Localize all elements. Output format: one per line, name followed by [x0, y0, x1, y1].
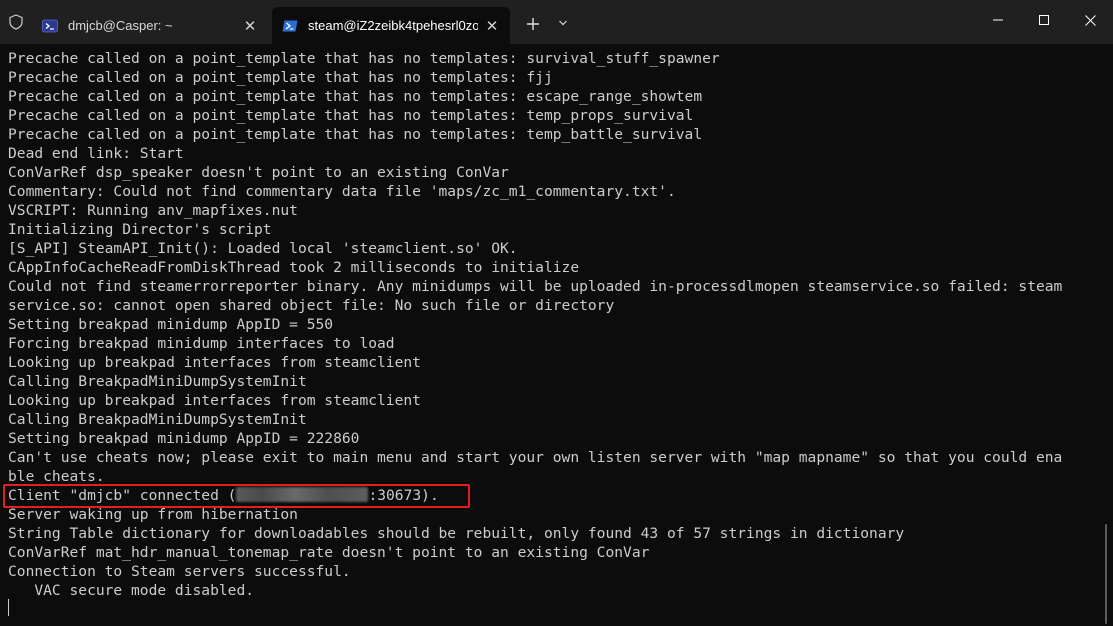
terminal-line: Calling BreakpadMiniDumpSystemInit	[8, 373, 307, 390]
terminal-output[interactable]: Precache called on a point_template that…	[0, 44, 1113, 626]
text-cursor	[8, 599, 9, 616]
terminal-line: Dead end link: Start	[8, 145, 184, 162]
terminal-line: CAppInfoCacheReadFromDiskThread took 2 m…	[8, 259, 580, 276]
highlight-annotation-box	[3, 484, 470, 508]
terminal-line: Connection to Steam servers successful.	[8, 563, 351, 580]
terminal-line: Looking up breakpad interfaces from stea…	[8, 354, 421, 371]
tab-title: steam@iZ2zeibk4tpehesrl0zoc	[308, 18, 478, 33]
tab-dropdown-button[interactable]	[552, 12, 574, 34]
tab-steam[interactable]: steam@iZ2zeibk4tpehesrl0zoc ✕	[272, 7, 510, 44]
terminal-line: Setting breakpad minidump AppID = 550	[8, 316, 334, 333]
scrollbar[interactable]	[1105, 524, 1107, 624]
terminal-line: Precache called on a point_template that…	[8, 88, 703, 105]
maximize-icon	[1039, 15, 1049, 25]
tab-title: dmjcb@Casper: ~	[68, 18, 173, 33]
close-icon	[1084, 14, 1096, 26]
terminal-icon	[42, 19, 58, 32]
terminal-line: VAC secure mode disabled.	[8, 582, 255, 599]
terminal-line: Precache called on a point_template that…	[8, 107, 694, 124]
terminal-lines: Precache called on a point_template that…	[8, 49, 1108, 600]
minimize-button[interactable]	[975, 0, 1021, 40]
plus-icon	[527, 18, 539, 30]
minimize-icon	[993, 19, 1003, 21]
terminal-line: Setting breakpad minidump AppID = 222860	[8, 430, 360, 447]
tab-casper[interactable]: dmjcb@Casper: ~ ✕	[32, 7, 268, 44]
terminal-line: String Table dictionary for downloadable…	[8, 525, 905, 542]
new-tab-button[interactable]	[519, 10, 547, 38]
close-window-button[interactable]	[1067, 0, 1113, 40]
terminal-line: Commentary: Could not find commentary da…	[8, 183, 676, 200]
title-bar: dmjcb@Casper: ~ ✕ steam@iZ2zeibk4tpehesr…	[0, 0, 1113, 44]
terminal-line: Could not find steamerrorreporter binary…	[8, 278, 1063, 295]
terminal-line: service.so: cannot open shared object fi…	[8, 297, 615, 314]
maximize-button[interactable]	[1021, 0, 1067, 40]
powershell-icon	[282, 20, 298, 31]
terminal-line: Initializing Director's script	[8, 221, 272, 238]
close-tab-icon[interactable]: ✕	[236, 12, 264, 40]
chevron-down-icon	[559, 20, 567, 26]
terminal-line: Calling BreakpadMiniDumpSystemInit	[8, 411, 307, 428]
terminal-line: VSCRIPT: Running anv_mapfixes.nut	[8, 202, 298, 219]
terminal-line: Looking up breakpad interfaces from stea…	[8, 392, 421, 409]
shield-icon[interactable]	[8, 14, 24, 30]
terminal-line: ConVarRef mat_hdr_manual_tonemap_rate do…	[8, 544, 650, 561]
terminal-line: [S_API] SteamAPI_Init(): Loaded local 's…	[8, 240, 518, 257]
terminal-line: Forcing breakpad minidump interfaces to …	[8, 335, 395, 352]
terminal-line: ConVarRef dsp_speaker doesn't point to a…	[8, 164, 509, 181]
close-tab-icon[interactable]: ✕	[478, 12, 506, 40]
terminal-line: Precache called on a point_template that…	[8, 126, 703, 143]
terminal-line: Can't use cheats now; please exit to mai…	[8, 449, 1063, 466]
terminal-line: Precache called on a point_template that…	[8, 69, 553, 86]
terminal-line: Precache called on a point_template that…	[8, 50, 720, 67]
